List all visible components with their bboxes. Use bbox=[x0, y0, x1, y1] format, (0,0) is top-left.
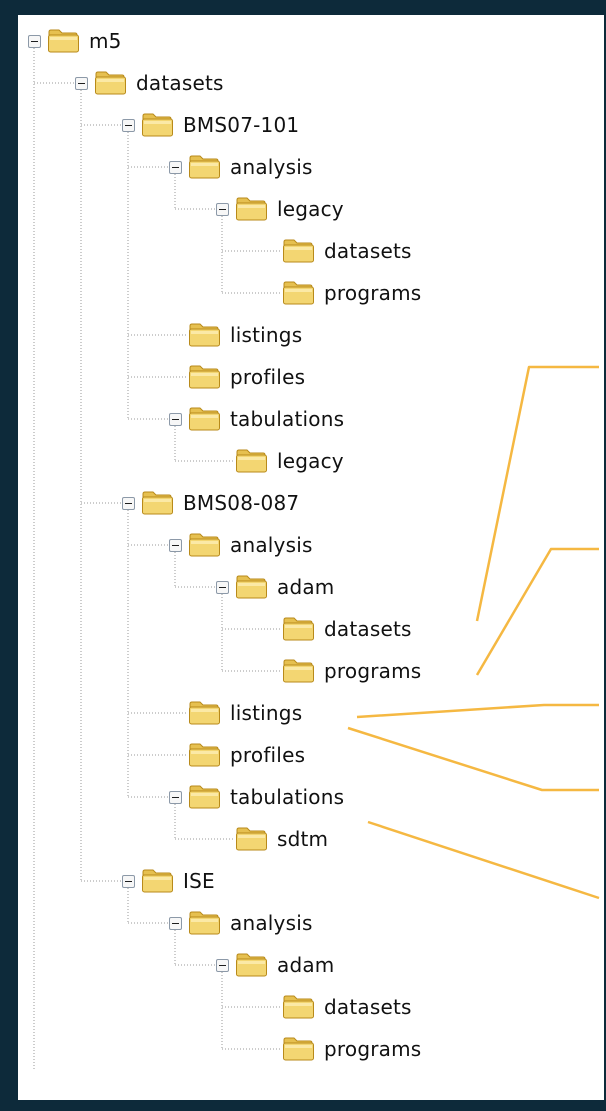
collapse-toggle-icon[interactable] bbox=[122, 496, 135, 510]
folder-icon bbox=[283, 281, 314, 305]
tree-node-label: sdtm bbox=[277, 827, 329, 851]
tree-node-bms08-adam-datasets[interactable]: datasets bbox=[282, 609, 412, 649]
tree-node-bms08-analysis[interactable]: analysis bbox=[169, 525, 313, 565]
tree-node-label: analysis bbox=[230, 911, 313, 935]
collapse-toggle-icon[interactable] bbox=[216, 958, 229, 972]
tree-node-label: legacy bbox=[277, 197, 344, 221]
folder-icon bbox=[189, 533, 220, 557]
folder-icon bbox=[236, 575, 267, 599]
tree-node-bms08-087[interactable]: BMS08-087 bbox=[122, 483, 299, 523]
folder-tree-panel: m5 datasets BMS07-101 analysis legacy dataset… bbox=[18, 15, 604, 1100]
tree-node-bms08-sdtm[interactable]: sdtm bbox=[235, 819, 328, 859]
tree-node-label: programs bbox=[324, 659, 422, 683]
folder-icon bbox=[236, 197, 267, 221]
tree-node-label: programs bbox=[324, 1037, 422, 1061]
folder-icon bbox=[142, 491, 173, 515]
tree-node-label: tabulations bbox=[230, 785, 345, 809]
tree-node-ise-adam[interactable]: adam bbox=[216, 945, 335, 985]
tree-node-label: analysis bbox=[230, 533, 313, 557]
tree-node-bms07-listings[interactable]: listings bbox=[188, 315, 302, 355]
tree-node-m5[interactable]: m5 bbox=[28, 21, 122, 61]
collapse-toggle-icon[interactable] bbox=[122, 874, 135, 888]
tree-node-bms07-analysis[interactable]: analysis bbox=[169, 147, 313, 187]
folder-icon bbox=[142, 113, 173, 137]
tree-node-bms07-legacy[interactable]: legacy bbox=[216, 189, 344, 229]
folder-icon bbox=[283, 995, 314, 1019]
folder-icon bbox=[142, 869, 173, 893]
tree-node-label: datasets bbox=[324, 239, 412, 263]
collapse-toggle-icon[interactable] bbox=[169, 412, 182, 426]
folder-icon bbox=[189, 743, 220, 767]
folder-icon bbox=[48, 29, 79, 53]
tree-node-label: profiles bbox=[230, 743, 306, 767]
tree-node-ise-adam-programs[interactable]: programs bbox=[282, 1029, 421, 1069]
folder-icon bbox=[283, 1037, 314, 1061]
collapse-toggle-icon[interactable] bbox=[169, 160, 182, 174]
collapse-toggle-icon[interactable] bbox=[122, 118, 135, 132]
tree-node-label: profiles bbox=[230, 365, 306, 389]
tree-node-label: listings bbox=[230, 323, 303, 347]
tree-node-label: programs bbox=[324, 281, 422, 305]
tree-node-bms08-adam[interactable]: adam bbox=[216, 567, 335, 607]
tree-node-bms07-tab-legacy[interactable]: legacy bbox=[235, 441, 344, 481]
tree-node-label: adam bbox=[277, 953, 335, 977]
tree-node-label: m5 bbox=[89, 29, 122, 53]
folder-icon bbox=[236, 449, 267, 473]
tree-node-label: listings bbox=[230, 701, 303, 725]
tree-node-label: BMS08-087 bbox=[183, 491, 300, 515]
folder-icon bbox=[189, 911, 220, 935]
collapse-toggle-icon[interactable] bbox=[75, 76, 88, 90]
tree-node-label: legacy bbox=[277, 449, 344, 473]
tree-node-label: analysis bbox=[230, 155, 313, 179]
tree-node-ise-adam-datasets[interactable]: datasets bbox=[282, 987, 412, 1027]
tree-node-label: ISE bbox=[183, 869, 215, 893]
tree-node-bms07-tabulations[interactable]: tabulations bbox=[169, 399, 344, 439]
folder-icon bbox=[189, 365, 220, 389]
folder-icon bbox=[283, 659, 314, 683]
folder-icon bbox=[189, 785, 220, 809]
collapse-toggle-icon[interactable] bbox=[169, 790, 182, 804]
folder-icon bbox=[189, 323, 220, 347]
tree-node-datasets[interactable]: datasets bbox=[75, 63, 224, 103]
tree-node-bms07-legacy-datasets[interactable]: datasets bbox=[282, 231, 412, 271]
folder-icon bbox=[189, 701, 220, 725]
tree-node-bms08-profiles[interactable]: profiles bbox=[188, 735, 305, 775]
collapse-toggle-icon[interactable] bbox=[169, 538, 182, 552]
folder-icon bbox=[236, 953, 267, 977]
folder-icon bbox=[189, 155, 220, 179]
collapse-toggle-icon[interactable] bbox=[216, 202, 229, 216]
collapse-toggle-icon[interactable] bbox=[216, 580, 229, 594]
tree-node-bms08-listings[interactable]: listings bbox=[188, 693, 302, 733]
folder-icon bbox=[236, 827, 267, 851]
tree-node-label: datasets bbox=[324, 995, 412, 1019]
tree-node-bms07-profiles[interactable]: profiles bbox=[188, 357, 305, 397]
tree-node-bms07-legacy-programs[interactable]: programs bbox=[282, 273, 421, 313]
folder-icon bbox=[95, 71, 126, 95]
tree-node-ise-analysis[interactable]: analysis bbox=[169, 903, 313, 943]
collapse-toggle-icon[interactable] bbox=[28, 34, 41, 48]
tree-node-ise[interactable]: ISE bbox=[122, 861, 215, 901]
tree-node-label: datasets bbox=[324, 617, 412, 641]
tree-node-label: BMS07-101 bbox=[183, 113, 300, 137]
tree-node-bms08-adam-programs[interactable]: programs bbox=[282, 651, 421, 691]
collapse-toggle-icon[interactable] bbox=[169, 916, 182, 930]
tree-node-label: adam bbox=[277, 575, 335, 599]
folder-icon bbox=[189, 407, 220, 431]
folder-icon bbox=[283, 617, 314, 641]
folder-icon bbox=[283, 239, 314, 263]
tree-node-label: datasets bbox=[136, 71, 224, 95]
tree-node-bms07-101[interactable]: BMS07-101 bbox=[122, 105, 299, 145]
tree-node-label: tabulations bbox=[230, 407, 345, 431]
tree-node-bms08-tabulations[interactable]: tabulations bbox=[169, 777, 344, 817]
